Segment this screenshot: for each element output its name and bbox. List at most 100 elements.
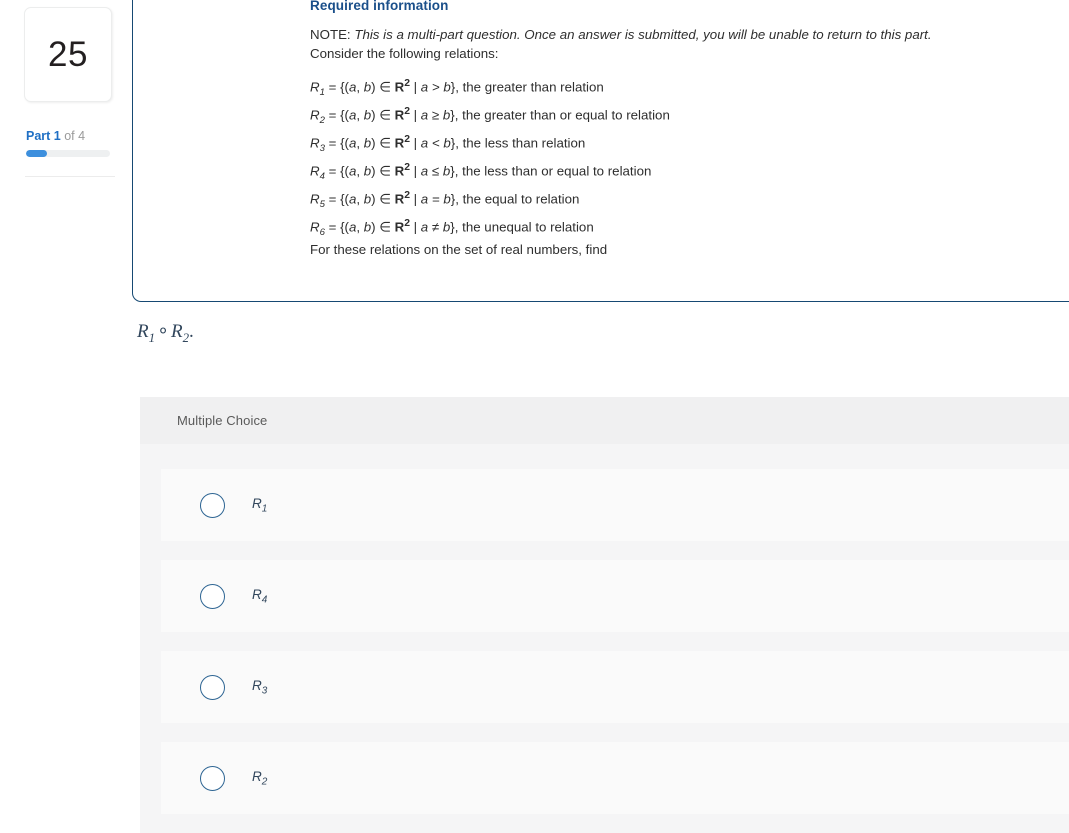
question-rail: 25 Part 1 of 4 [0,0,132,833]
rail-divider [25,176,115,177]
required-information-callout: ! Required information NOTE: This is a m… [132,0,1069,302]
callout-consider: Consider the following relations: [310,46,499,62]
relation-condition: a < b [420,134,451,150]
relation-definition: R4 = {(a, b) ∈ R2 | a ≤ b}, the less tha… [310,154,1069,182]
quiz-screen: 25 Part 1 of 4 ! Required information NO… [0,0,1069,833]
relation-description: , the greater than relation [455,78,604,94]
relation-equals: = {( [324,106,349,122]
answer-option-row[interactable]: R3 [161,651,1069,723]
prompt-second-symbol: R [170,321,183,342]
part-current: Part 1 [26,129,61,143]
relation-set: R [394,134,405,150]
relation-pair-comma: , [356,218,364,234]
relation-equals: = {( [324,190,349,206]
relation-symbol: R [310,78,320,94]
relation-bar: | [409,78,421,94]
relation-set: R [394,162,405,178]
relation-description: , the less than or equal to relation [454,162,652,178]
callout-closing: For these relations on the set of real n… [310,241,608,257]
relation-symbol: R [310,162,320,178]
relation-description: , the greater than or equal to relation [454,106,670,122]
answer-area: Multiple Choice R1 R4 R3 R2 [140,397,1069,833]
relation-symbol: R [310,134,320,150]
relation-bar: | [409,190,421,206]
answer-option-row[interactable]: R2 [161,742,1069,814]
relation-condition: a > b [420,78,451,94]
part-total: of 4 [60,129,86,143]
relation-set: R [394,106,405,122]
relation-member: ) ∈ [371,190,395,206]
relation-description: , the less than relation [455,134,586,150]
radio-button[interactable] [200,583,225,609]
answer-type-header: Multiple Choice [140,397,1069,444]
option-index: 4 [261,594,268,606]
relation-bar: | [409,106,421,122]
relation-symbol: R [310,106,320,122]
relation-definition: R6 = {(a, b) ∈ R2 | a ≠ b}, the unequal … [310,210,1069,238]
option-index: 1 [261,503,268,515]
relation-definition: R1 = {(a, b) ∈ R2 | a > b}, the greater … [310,70,1069,98]
relation-bar: | [409,162,421,178]
part-indicator: Part 1 of 4 [26,129,85,143]
relation-pair-comma: , [356,190,364,206]
relation-description: , the unequal to relation [454,218,594,234]
answer-option-row[interactable]: R4 [161,560,1069,632]
prompt-operator: ∘ [157,321,169,342]
relation-symbol: R [310,218,320,234]
relation-set: R [394,218,405,234]
radio-button[interactable] [200,492,225,518]
relation-condition: a = b [420,190,451,206]
option-symbol: R [252,768,262,784]
callout-note: NOTE: This is a multi-part question. Onc… [310,25,1069,44]
option-symbol: R [252,586,262,602]
relation-equals: = {( [324,78,349,94]
relation-member: ) ∈ [371,134,395,150]
prompt-terminator: . [189,321,194,342]
option-symbol: R [252,677,262,693]
relation-bar: | [409,218,421,234]
note-prefix: NOTE: [310,27,355,42]
part-progress-fill [26,150,47,157]
relation-equals: = {( [324,218,349,234]
relation-definition: R2 = {(a, b) ∈ R2 | a ≥ b}, the greater … [310,98,1069,126]
answer-option-label: R2 [252,769,267,788]
answer-option-label: R4 [252,587,267,606]
relation-pair-comma: , [356,78,364,94]
answer-options: R1 R4 R3 R2 [140,444,1069,814]
relation-equals: = {( [324,162,349,178]
answer-type-label: Multiple Choice [177,413,268,428]
question-number: 25 [48,35,88,74]
part-progress-bar [26,150,110,157]
relation-symbol: R [310,190,320,206]
option-index: 3 [261,685,268,697]
relation-member: ) ∈ [371,218,395,234]
relation-condition: a ≠ b [420,218,451,234]
answer-option-row[interactable]: R1 [161,469,1069,541]
callout-title: Required information [310,0,449,13]
relation-definitions: R1 = {(a, b) ∈ R2 | a > b}, the greater … [310,70,1069,238]
relation-definition: R3 = {(a, b) ∈ R2 | a < b}, the less tha… [310,126,1069,154]
answer-option-label: R1 [252,496,267,515]
option-index: 2 [261,776,268,788]
relation-bar: | [409,134,421,150]
relation-condition: a ≤ b [420,162,451,178]
option-symbol: R [252,495,262,511]
prompt-first-symbol: R [137,321,149,342]
relation-set: R [394,78,405,94]
note-italic: This is a multi-part question. Once an a… [354,27,932,42]
question-number-card: 25 [24,7,112,102]
relation-description: , the equal to relation [455,190,580,206]
relation-pair-comma: , [356,106,364,122]
relation-member: ) ∈ [371,162,395,178]
radio-button[interactable] [200,674,225,700]
relation-pair-comma: , [356,162,364,178]
relation-member: ) ∈ [371,78,395,94]
relation-condition: a ≥ b [420,106,451,122]
radio-button[interactable] [200,765,225,791]
relation-set: R [394,190,405,206]
callout-body: Required information NOTE: This is a mul… [310,0,1069,259]
relation-definition: R5 = {(a, b) ∈ R2 | a = b}, the equal to… [310,182,1069,210]
relation-equals: = {( [324,134,349,150]
question-prompt: R1 ∘ R2. [137,320,194,346]
relation-pair-comma: , [356,134,364,150]
